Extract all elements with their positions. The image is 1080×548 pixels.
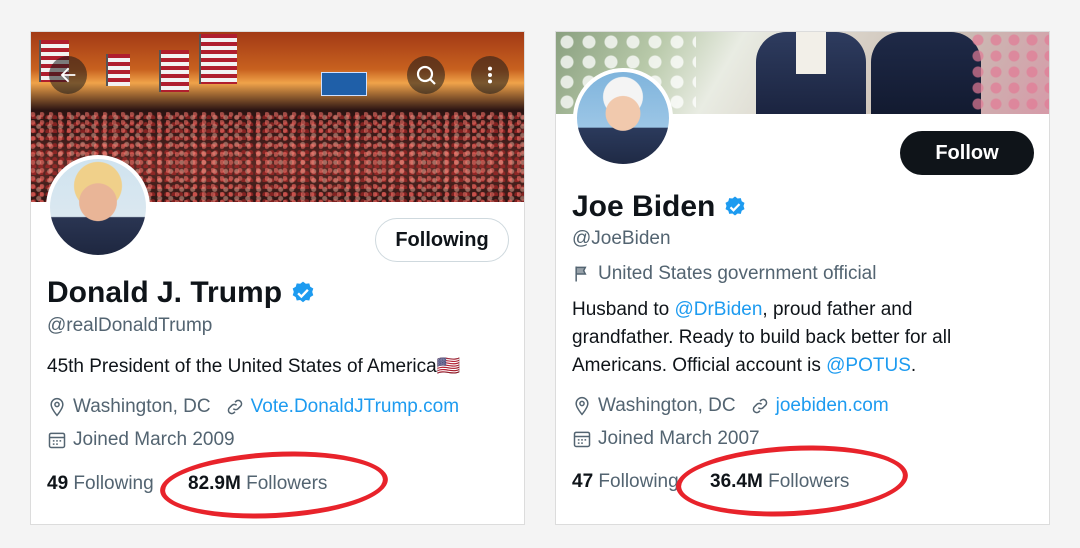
gov-label-text: United States government official — [598, 263, 877, 284]
avatar[interactable] — [46, 155, 150, 259]
profile-handle: @JoeBiden — [572, 228, 671, 249]
profile-name: Donald J. Trump — [47, 276, 316, 310]
following-stat[interactable]: 47 Following — [572, 471, 679, 493]
verified-badge-icon — [725, 196, 745, 216]
following-button[interactable]: Following — [375, 218, 509, 262]
joined-text: Joined March 2009 — [73, 429, 235, 450]
following-count: 49 — [47, 473, 69, 494]
location-text: Washington, DC — [598, 395, 736, 416]
following-count: 47 — [572, 471, 594, 492]
calendar-icon — [48, 432, 66, 449]
joined-text: Joined March 2007 — [598, 428, 760, 449]
bio-text: Husband to — [572, 299, 675, 320]
verified-badge-icon — [292, 281, 314, 303]
link-icon — [227, 399, 242, 415]
joined-row: Joined March 2009 — [47, 429, 235, 451]
banner-flag — [106, 54, 130, 86]
location-pin-icon — [50, 397, 64, 417]
back-button[interactable] — [49, 56, 87, 94]
bio-text: . — [910, 355, 917, 376]
profile-meta-row: Washington, DC Vote.DonaldJTrump.com — [47, 396, 459, 418]
profile-card-trump: Following Donald J. Trump @realDonaldTru… — [30, 31, 525, 525]
following-label: Following — [73, 473, 154, 494]
followers-count: 36.4M — [710, 471, 763, 492]
profile-name: Joe Biden — [572, 190, 747, 224]
profile-bio: Husband to @DrBiden, proud father and gr… — [572, 296, 1012, 380]
banner-flowers — [969, 32, 1049, 114]
profile-meta-row: Washington, DC joebiden.com — [572, 395, 889, 417]
more-button[interactable] — [471, 56, 509, 94]
banner-person — [756, 32, 866, 114]
profile-bio: 45th President of the United States of A… — [47, 356, 461, 377]
flag-icon — [575, 266, 587, 282]
bio-mention-link[interactable]: @POTUS — [826, 355, 911, 376]
following-stat[interactable]: 49 Following — [47, 473, 154, 495]
location-text: Washington, DC — [73, 396, 211, 417]
bio-mention-link[interactable]: @DrBiden — [674, 299, 762, 320]
gov-label-row: United States government official — [572, 263, 876, 285]
followers-count: 82.9M — [188, 473, 241, 494]
profile-card-biden: Follow Joe Biden @JoeBiden United States… — [555, 31, 1050, 525]
joined-row: Joined March 2007 — [572, 428, 760, 450]
more-vertical-icon — [487, 66, 493, 84]
avatar[interactable] — [573, 68, 673, 168]
followers-stat[interactable]: 36.4M Followers — [710, 471, 849, 493]
banner-sign — [321, 72, 367, 96]
website-link[interactable]: joebiden.com — [776, 395, 889, 417]
search-icon — [416, 65, 436, 85]
calendar-icon — [573, 431, 591, 448]
followers-label: Followers — [246, 473, 328, 494]
display-name: Joe Biden — [572, 190, 716, 223]
banner-flag — [199, 34, 237, 84]
display-name: Donald J. Trump — [47, 276, 283, 309]
profile-handle: @realDonaldTrump — [47, 315, 213, 336]
banner-person — [871, 32, 981, 114]
website-link[interactable]: Vote.DonaldJTrump.com — [251, 396, 459, 418]
search-button[interactable] — [407, 56, 445, 94]
following-label: Following — [598, 471, 679, 492]
followers-label: Followers — [768, 471, 850, 492]
banner-flag — [159, 50, 189, 92]
back-arrow-icon — [60, 67, 76, 83]
location-pin-icon — [575, 396, 589, 416]
link-icon — [752, 398, 767, 414]
followers-stat[interactable]: 82.9M Followers — [188, 473, 327, 495]
follow-button[interactable]: Follow — [900, 131, 1034, 175]
